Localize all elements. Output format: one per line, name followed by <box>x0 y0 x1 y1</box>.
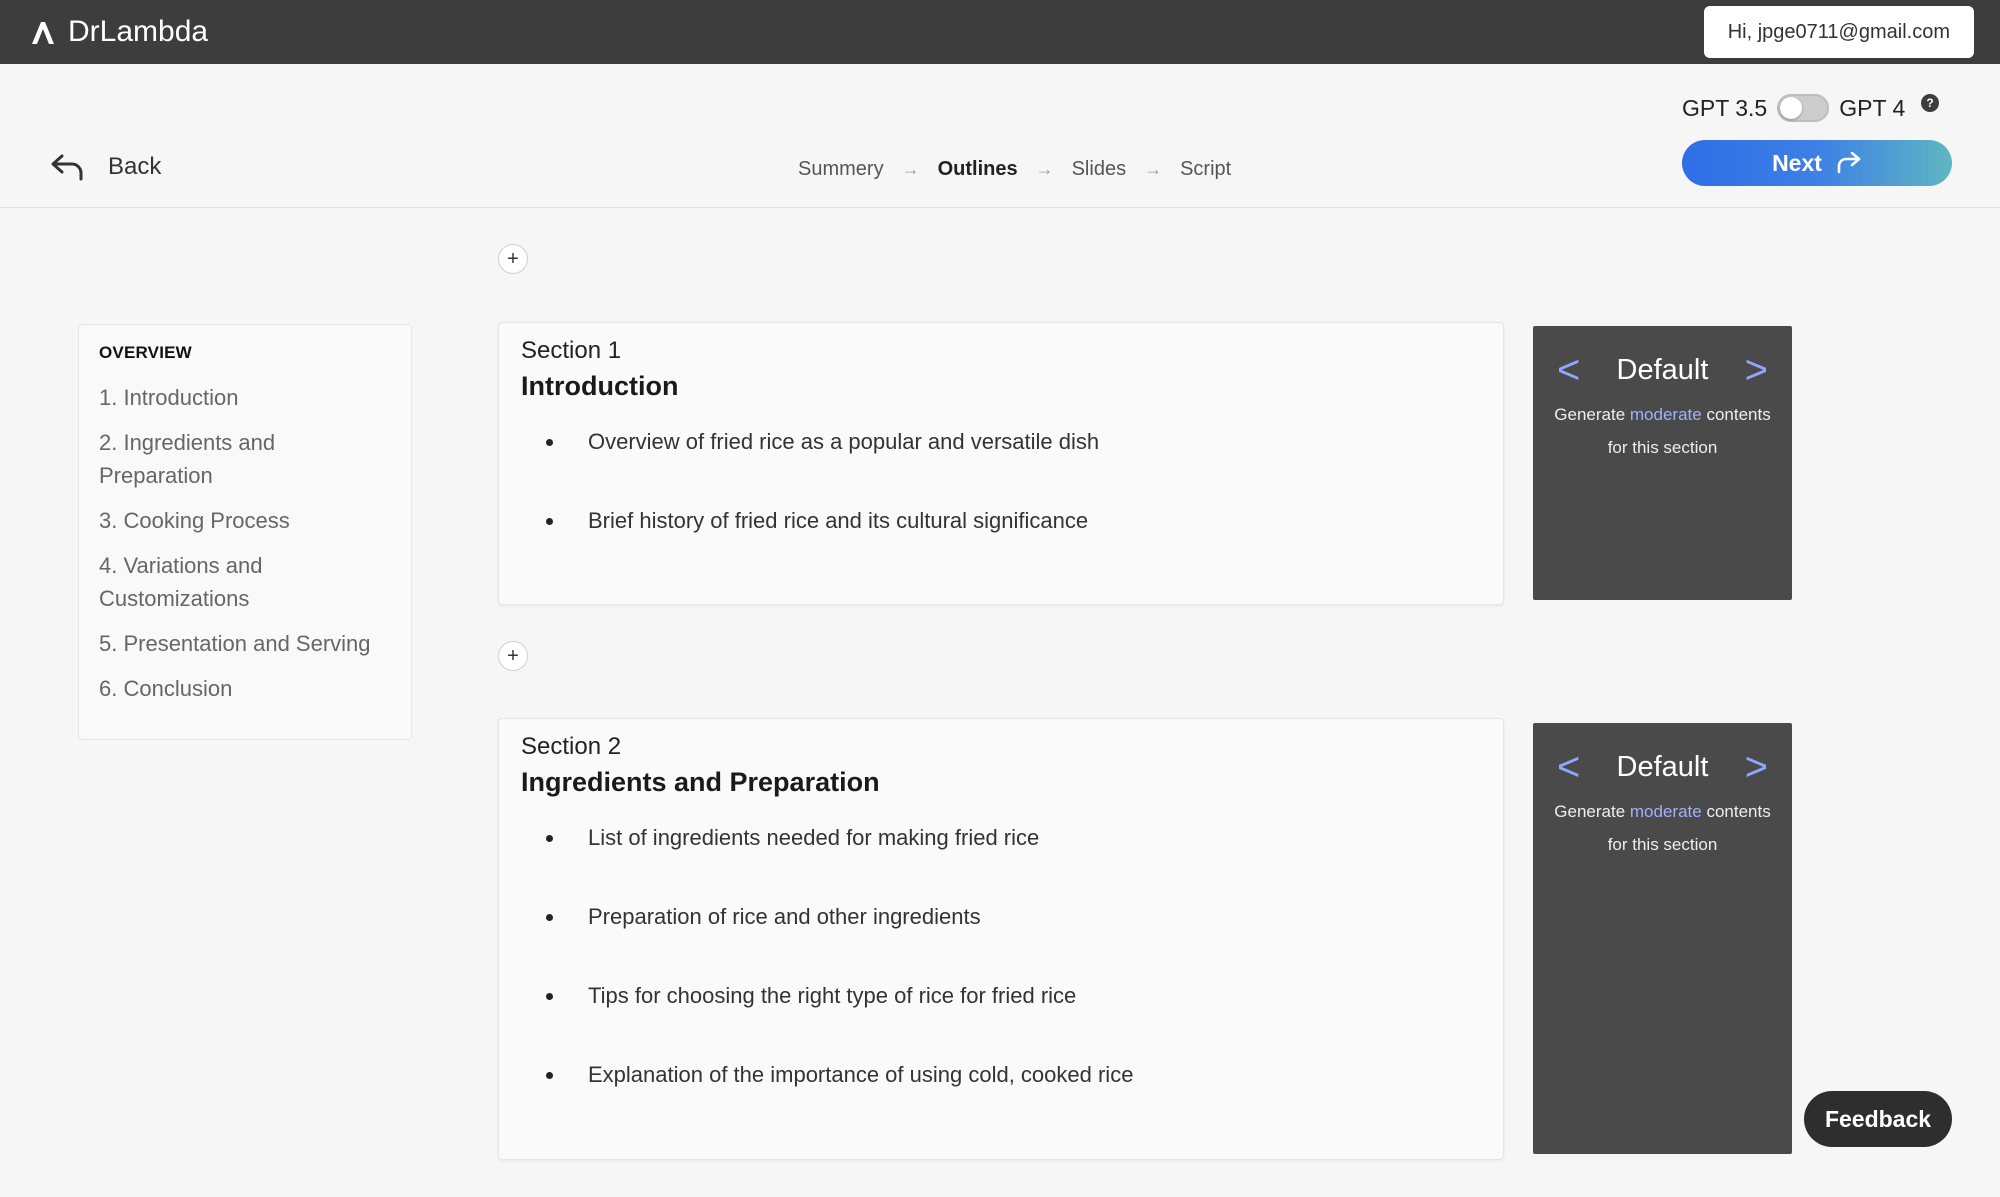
bullet-list: Overview of fried rice as a popular and … <box>521 424 1481 582</box>
overview-item[interactable]: 2. Ingredients and Preparation <box>99 426 319 492</box>
step-outlines[interactable]: Outlines <box>938 158 1018 181</box>
model-gpt35-label: GPT 3.5 <box>1682 94 1768 121</box>
next-mode-icon[interactable]: > <box>1745 350 1768 390</box>
top-bar: DrLambda Hi, jpge0711@gmail.com <box>0 0 2000 64</box>
section-title[interactable]: Introduction <box>521 371 1481 402</box>
next-mode-icon[interactable]: > <box>1745 747 1768 787</box>
step-summery[interactable]: Summery <box>798 158 884 181</box>
section-title[interactable]: Ingredients and Preparation <box>521 767 1481 798</box>
content-level-panel: < Default > Generate moderate contents f… <box>1533 723 1792 1154</box>
mode-label: Default <box>1616 750 1709 783</box>
section-number: Section 1 <box>521 337 622 364</box>
back-label: Back <box>108 153 162 180</box>
add-section-button[interactable]: + <box>498 244 528 274</box>
feedback-button[interactable]: Feedback <box>1804 1091 1952 1147</box>
step-arrow-icon: → <box>901 159 920 179</box>
mode-description: Generate moderate contents for this sect… <box>1533 398 1792 464</box>
toggle-knob <box>1780 97 1803 119</box>
next-button[interactable]: Next <box>1682 140 1952 186</box>
section-card[interactable]: Section 1 Introduction Overview of fried… <box>498 322 1504 605</box>
step-script[interactable]: Script <box>1180 158 1231 181</box>
overview-item[interactable]: 1. Introduction <box>99 381 391 414</box>
brand-name: DrLambda <box>68 15 209 48</box>
bullet-item[interactable]: Brief history of fried rice and its cult… <box>521 503 1481 582</box>
overview-item[interactable]: 6. Conclusion <box>99 672 391 705</box>
step-breadcrumb: Summery → Outlines → Slides → Script <box>798 158 1231 181</box>
bullet-item[interactable]: Overview of fried rice as a popular and … <box>521 424 1481 503</box>
section-card[interactable]: Section 2 Ingredients and Preparation Li… <box>498 718 1504 1160</box>
overview-item[interactable]: 3. Cooking Process <box>99 504 391 537</box>
mode-label: Default <box>1616 353 1709 386</box>
next-label: Next <box>1772 149 1822 176</box>
lambda-logo-icon <box>32 22 54 44</box>
forward-arrow-icon <box>1837 152 1861 174</box>
model-switch: GPT 3.5 GPT 4 <box>1682 94 1905 122</box>
desc-highlight: moderate <box>1629 405 1702 424</box>
prev-mode-icon[interactable]: < <box>1557 747 1580 787</box>
back-arrow-icon <box>51 154 83 181</box>
add-section-button[interactable]: + <box>498 641 528 671</box>
page-header <box>0 64 2000 208</box>
mode-description: Generate moderate contents for this sect… <box>1533 795 1792 861</box>
model-gpt4-label: GPT 4 <box>1839 94 1906 121</box>
section-number: Section 2 <box>521 733 622 760</box>
overview-heading: OVERVIEW <box>99 343 192 362</box>
content-level-panel: < Default > Generate moderate contents f… <box>1533 326 1792 600</box>
step-arrow-icon: → <box>1035 159 1054 179</box>
bullet-item[interactable]: Preparation of rice and other ingredient… <box>521 899 1481 978</box>
step-arrow-icon: → <box>1144 159 1163 179</box>
bullet-list: List of ingredients needed for making fr… <box>521 820 1481 1136</box>
overview-item[interactable]: 4. Variations and Customizations <box>99 549 319 615</box>
back-button[interactable]: Back <box>50 152 161 182</box>
help-icon[interactable]: ? <box>1921 94 1939 112</box>
desc-prefix: Generate <box>1554 405 1630 424</box>
bullet-item[interactable]: Tips for choosing the right type of rice… <box>521 978 1481 1057</box>
model-toggle[interactable] <box>1777 94 1830 122</box>
desc-prefix: Generate <box>1554 802 1630 821</box>
brand[interactable]: DrLambda <box>28 15 208 49</box>
user-menu-button[interactable]: Hi, jpge0711@gmail.com <box>1703 6 1974 58</box>
overview-item[interactable]: 5. Presentation and Serving <box>99 627 391 660</box>
step-slides[interactable]: Slides <box>1072 158 1126 181</box>
overview-panel: OVERVIEW 1. Introduction 2. Ingredients … <box>78 324 412 740</box>
bullet-item[interactable]: List of ingredients needed for making fr… <box>521 820 1481 899</box>
prev-mode-icon[interactable]: < <box>1557 350 1580 390</box>
desc-highlight: moderate <box>1629 802 1702 821</box>
bullet-item[interactable]: Explanation of the importance of using c… <box>521 1057 1481 1136</box>
